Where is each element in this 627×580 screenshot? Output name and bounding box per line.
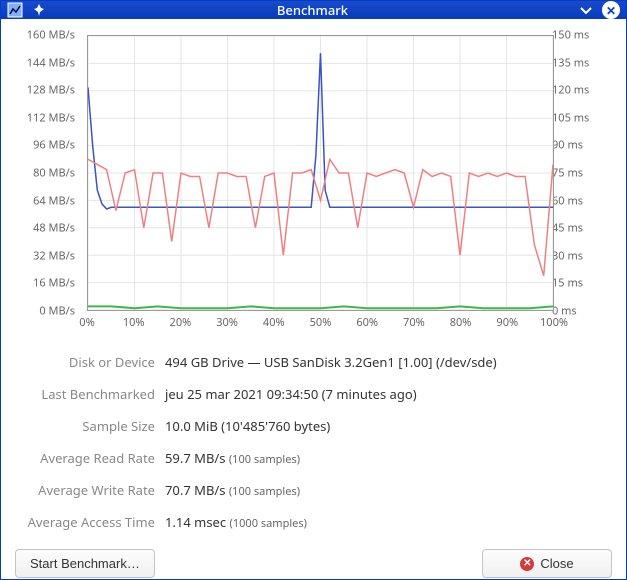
y-right-tick: 60 ms xyxy=(552,193,612,208)
value-access-main: 1.14 msec xyxy=(165,513,226,531)
y-left-tick: 112 MB/s xyxy=(15,110,75,125)
x-tick: 90% xyxy=(496,315,518,330)
label-write: Average Write Rate xyxy=(15,481,155,499)
info-grid: Disk or Device 494 GB Drive — USB SanDis… xyxy=(15,353,612,531)
y-left-tick: 144 MB/s xyxy=(15,55,75,70)
y-right-tick: 15 ms xyxy=(552,276,612,291)
y-right-tick: 120 ms xyxy=(552,83,612,98)
y-axis-right: 0 ms15 ms30 ms45 ms60 ms75 ms90 ms105 ms… xyxy=(546,35,612,311)
value-access-note: (1000 samples) xyxy=(230,516,307,531)
y-right-tick: 90 ms xyxy=(552,138,612,153)
label-disk: Disk or Device xyxy=(15,353,155,371)
close-button-label: Close xyxy=(540,556,573,571)
y-right-tick: 45 ms xyxy=(552,221,612,236)
y-right-tick: 105 ms xyxy=(552,110,612,125)
y-axis-left: 0 MB/s16 MB/s32 MB/s48 MB/s64 MB/s80 MB/… xyxy=(15,35,81,311)
y-right-tick: 75 ms xyxy=(552,166,612,181)
content-area: 0 MB/s 16 MB/s 32 MB/s 48 MB/s 64 MB/s 80 MB/… xyxy=(1,19,626,539)
y-right-tick: 30 ms xyxy=(552,248,612,263)
x-tick: 40% xyxy=(263,315,285,330)
label-access: Average Access Time xyxy=(15,513,155,531)
y-left-tick: 80 MB/s xyxy=(15,166,75,181)
x-tick: 50% xyxy=(310,315,332,330)
x-tick: 20% xyxy=(170,315,192,330)
x-tick: 0% xyxy=(79,315,94,330)
y-left-tick: 64 MB/s xyxy=(15,193,75,208)
y-right-tick: 135 ms xyxy=(552,55,612,70)
benchmark-window: Benchmark ✕ 0 MB/s 16 MB/s 32 MB/s 48 MB/s 6… xyxy=(0,0,627,580)
value-sample: 10.0 MiB (10'485'760 bytes) xyxy=(165,417,612,435)
y-left-tick: 16 MB/s xyxy=(15,276,75,291)
value-read-note: (100 samples) xyxy=(229,452,300,467)
x-tick: 30% xyxy=(216,315,238,330)
value-write: 70.7 MB/s (100 samples) xyxy=(165,481,612,499)
label-sample: Sample Size xyxy=(15,417,155,435)
close-window-icon[interactable]: ✕ xyxy=(602,1,620,19)
value-last: jeu 25 mar 2021 09:34:50 (7 minutes ago) xyxy=(165,385,612,403)
close-button[interactable]: ✕ Close xyxy=(482,549,612,578)
y-left-tick: 96 MB/s xyxy=(15,138,75,153)
start-benchmark-button[interactable]: Start Benchmark… xyxy=(15,549,155,578)
y-right-tick: 150 ms xyxy=(552,28,612,43)
titlebar: Benchmark ✕ xyxy=(1,1,626,19)
x-tick: 100% xyxy=(540,315,568,330)
value-read-main: 59.7 MB/s xyxy=(165,449,225,467)
value-access: 1.14 msec (1000 samples) xyxy=(165,513,612,531)
x-tick: 10% xyxy=(123,315,145,330)
value-read: 59.7 MB/s (100 samples) xyxy=(165,449,612,467)
value-write-note: (100 samples) xyxy=(229,484,300,499)
pin-icon[interactable] xyxy=(31,2,47,18)
window-title: Benchmark xyxy=(47,1,578,19)
x-tick: 80% xyxy=(450,315,472,330)
y-left-tick: 48 MB/s xyxy=(15,221,75,236)
button-row: Start Benchmark… ✕ Close xyxy=(1,539,626,580)
label-last: Last Benchmarked xyxy=(15,385,155,403)
label-read: Average Read Rate xyxy=(15,449,155,467)
x-axis: 0%10%20%30%40%50%60%70%80%90%100% xyxy=(87,313,554,331)
app-icon xyxy=(7,2,23,18)
y-left-tick: 0 MB/s xyxy=(15,304,75,319)
benchmark-chart: 0 MB/s 16 MB/s 32 MB/s 48 MB/s 64 MB/s 80 MB/… xyxy=(15,31,612,331)
x-tick: 70% xyxy=(403,315,425,330)
y-left-tick: 128 MB/s xyxy=(15,83,75,98)
plot-area xyxy=(87,35,554,311)
value-write-main: 70.7 MB/s xyxy=(165,481,225,499)
y-left-tick: 32 MB/s xyxy=(15,248,75,263)
x-tick: 60% xyxy=(356,315,378,330)
close-icon: ✕ xyxy=(520,557,534,571)
minimize-icon[interactable] xyxy=(578,2,594,18)
value-disk: 494 GB Drive — USB SanDisk 3.2Gen1 [1.00… xyxy=(165,353,612,371)
y-left-tick: 160 MB/s xyxy=(15,28,75,43)
